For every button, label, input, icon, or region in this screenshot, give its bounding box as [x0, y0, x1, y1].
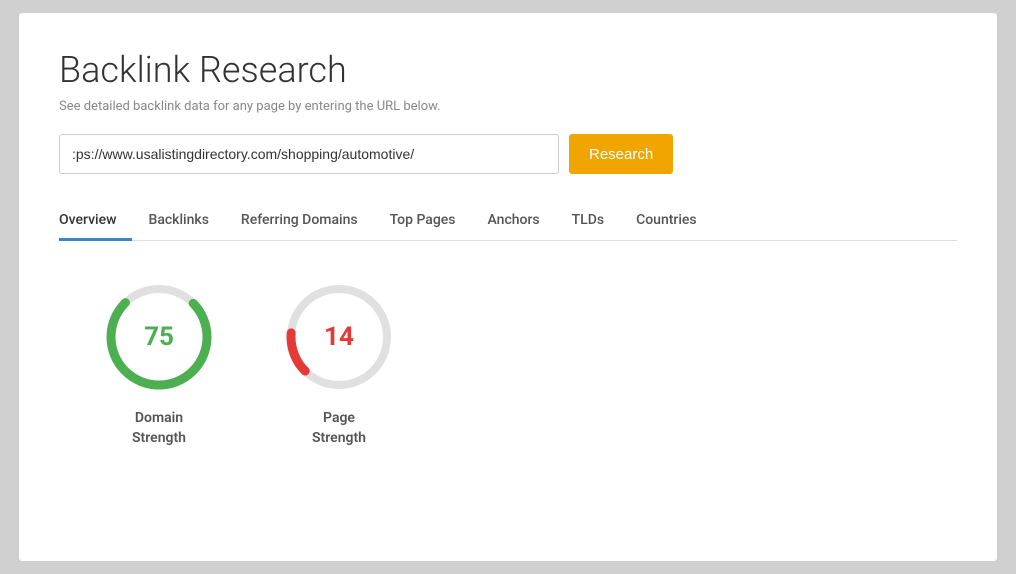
domain-strength-value: 75 — [144, 322, 174, 352]
tabs-nav: Overview Backlinks Referring Domains Top… — [59, 202, 957, 241]
tab-anchors[interactable]: Anchors — [472, 202, 556, 241]
tab-backlinks[interactable]: Backlinks — [132, 202, 224, 241]
search-row: Research — [59, 134, 957, 174]
domain-strength-metric: 75 DomainStrength — [99, 277, 219, 448]
page-strength-gauge: 14 — [279, 277, 399, 397]
page-strength-label: PageStrength — [312, 409, 366, 448]
tab-overview[interactable]: Overview — [59, 202, 132, 241]
domain-strength-gauge: 75 — [99, 277, 219, 397]
research-button[interactable]: Research — [569, 134, 673, 174]
metrics-row: 75 DomainStrength 14 PageStrength — [59, 277, 957, 448]
tab-referring-domains[interactable]: Referring Domains — [225, 202, 374, 241]
subtitle: See detailed backlink data for any page … — [59, 99, 957, 114]
tab-top-pages[interactable]: Top Pages — [374, 202, 472, 241]
domain-strength-label: DomainStrength — [132, 409, 186, 448]
page-title: Backlink Research — [59, 49, 957, 91]
main-card: Backlink Research See detailed backlink … — [18, 12, 998, 562]
page-strength-metric: 14 PageStrength — [279, 277, 399, 448]
tab-tlds[interactable]: TLDs — [556, 202, 620, 241]
tab-countries[interactable]: Countries — [620, 202, 713, 241]
page-strength-value: 14 — [324, 322, 354, 352]
url-input[interactable] — [59, 134, 559, 174]
